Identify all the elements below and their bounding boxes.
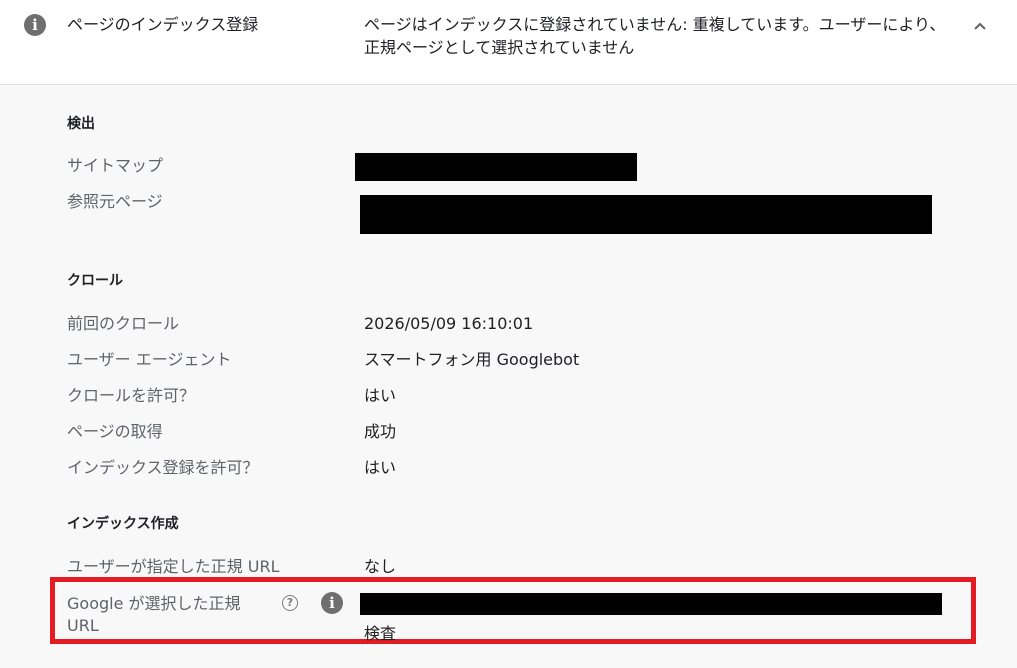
indexing-allowed-label: インデックス登録を許可？ [67, 458, 259, 477]
referring-page-label: 参照元ページ [67, 192, 163, 211]
page-fetch-label: ページの取得 [67, 422, 163, 441]
inspect-link[interactable]: 検査 [364, 624, 396, 644]
user-canonical-label: ユーザーが指定した正規 URL [67, 557, 280, 576]
redacted-referring-page [360, 195, 932, 234]
header-title: ページのインデックス登録 [67, 15, 259, 34]
crawl-allowed-label: クロールを許可？ [67, 386, 196, 405]
help-icon[interactable]: ? [282, 595, 298, 611]
user-canonical-value: なし [364, 557, 397, 576]
canonical-info-icon[interactable]: i [321, 592, 343, 614]
sitemap-label: サイトマップ [67, 156, 164, 175]
section-title-crawl: クロール [67, 273, 123, 289]
google-canonical-label: Google が選択した正規 [67, 594, 241, 613]
page-fetch-value: 成功 [364, 422, 397, 441]
google-canonical-label-url: URL [67, 616, 99, 635]
index-coverage-header[interactable]: i ページのインデックス登録 ページはインデックスに登録されていません: 重複し… [0, 0, 1017, 85]
info-icon: i [24, 14, 46, 36]
indexing-allowed-value: はい [364, 458, 397, 477]
user-agent-value: スマートフォン用 Googlebot [364, 350, 580, 369]
crawl-allowed-value: はい [364, 386, 397, 405]
last-crawl-label: 前回のクロール [67, 314, 180, 333]
redacted-sitemap [355, 153, 637, 181]
section-title-detection: 検出 [67, 116, 95, 132]
chevron-up-icon[interactable] [970, 16, 990, 36]
section-title-indexing: インデックス作成 [67, 516, 179, 532]
header-status: ページはインデックスに登録されていません: 重複しています。ユーザーにより、正規… [364, 15, 946, 57]
redacted-google-canonical [360, 593, 942, 615]
user-agent-label: ユーザー エージェント [67, 350, 232, 369]
last-crawl-value: 2026/05/09 16:10:01 [364, 314, 534, 333]
